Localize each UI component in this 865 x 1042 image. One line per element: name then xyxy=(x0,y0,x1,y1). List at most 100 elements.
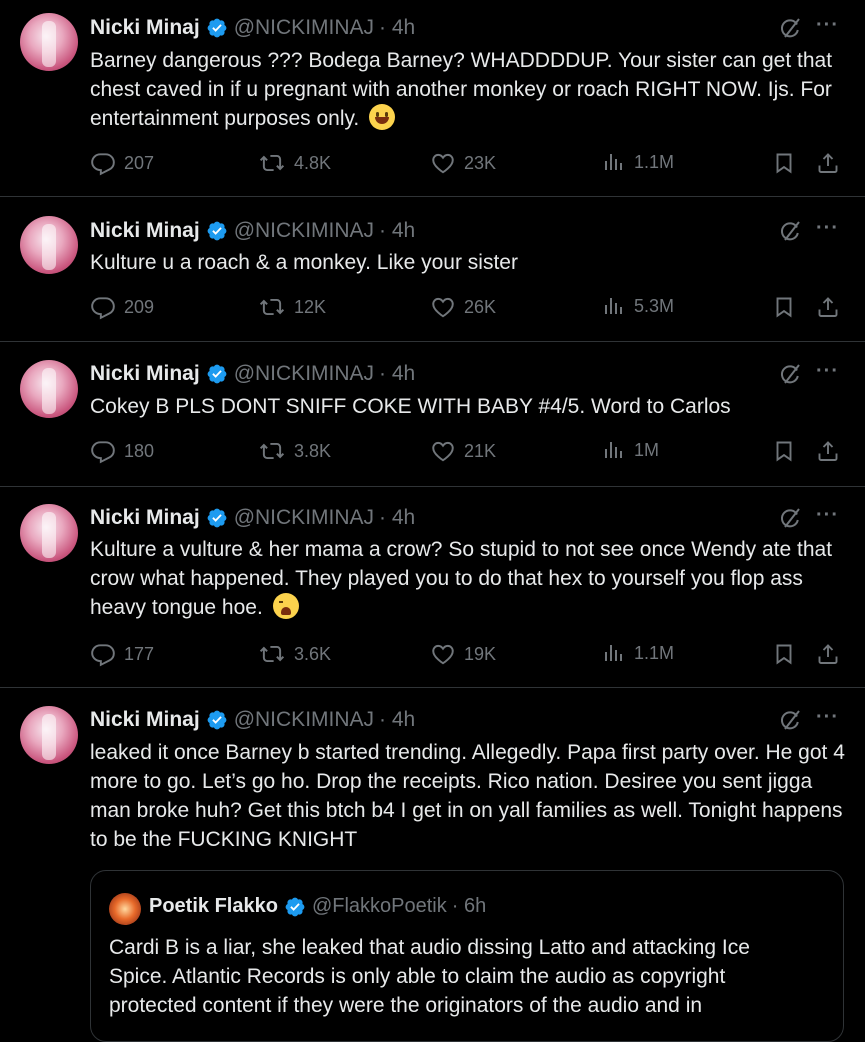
like-count: 19K xyxy=(464,643,497,664)
bookmark-button[interactable] xyxy=(772,641,804,667)
repost-button[interactable]: 12K xyxy=(258,294,326,320)
verified-badge-icon xyxy=(206,709,228,731)
tweet-text-body: Kulture a vulture & her mama a crow? So … xyxy=(90,538,833,619)
reply-button[interactable]: 207 xyxy=(90,150,154,176)
share-button[interactable] xyxy=(816,438,848,464)
grok-icon[interactable] xyxy=(778,16,802,40)
avatar[interactable] xyxy=(20,13,78,71)
share-button[interactable] xyxy=(816,150,848,176)
tweet-time[interactable]: · 4h xyxy=(379,219,415,243)
tweet[interactable]: Nicki Minaj @NICKIMINAJ · 4h ··· Cokey B… xyxy=(0,342,865,487)
views-icon xyxy=(602,641,626,665)
more-icon[interactable]: ··· xyxy=(816,14,839,37)
share-button[interactable] xyxy=(816,641,848,667)
repost-button[interactable]: 3.8K xyxy=(258,438,331,464)
quoted-tweet-header: Poetik Flakko @FlakkoPoetik · 6h xyxy=(149,895,486,918)
tweet-header: Nicki Minaj @NICKIMINAJ · 4h xyxy=(90,705,415,735)
reply-count: 209 xyxy=(124,296,155,317)
views-button[interactable]: 5.3M xyxy=(602,294,674,318)
like-button[interactable]: 26K xyxy=(430,294,496,320)
like-count: 26K xyxy=(464,296,497,317)
tweet-text: Cokey B PLS DONT SNIFF COKE WITH BABY #4… xyxy=(90,395,731,418)
author-name[interactable]: Nicki Minaj xyxy=(90,16,200,40)
tweet[interactable]: Nicki Minaj @NICKIMINAJ · 4h ··· Kulture… xyxy=(0,197,865,342)
reply-button[interactable]: 180 xyxy=(90,438,154,464)
repost-icon xyxy=(258,294,286,320)
repost-count: 3.8K xyxy=(294,440,332,461)
author-handle[interactable]: @NICKIMINAJ xyxy=(234,506,374,530)
views-button[interactable]: 1M xyxy=(602,438,659,462)
weary-emoji-icon xyxy=(272,593,299,619)
author-handle[interactable]: @NICKIMINAJ xyxy=(234,219,374,243)
repost-count: 3.6K xyxy=(294,643,332,664)
author-name[interactable]: Nicki Minaj xyxy=(90,219,200,243)
reply-count: 177 xyxy=(124,643,155,664)
grok-icon[interactable] xyxy=(778,506,802,530)
tweet-text: Kulture a vulture & her mama a crow? So … xyxy=(90,535,850,622)
view-count: 1.1M xyxy=(634,151,675,172)
grok-icon[interactable] xyxy=(778,708,802,732)
avatar[interactable] xyxy=(20,360,78,418)
more-icon[interactable]: ··· xyxy=(816,706,839,729)
tweet-time[interactable]: · 4h xyxy=(379,16,415,40)
action-bar: 177 3.6K 19K 1.1M xyxy=(0,641,865,671)
grok-icon[interactable] xyxy=(778,219,802,243)
bookmark-button[interactable] xyxy=(772,438,804,464)
like-button[interactable]: 19K xyxy=(430,641,496,667)
tweet-header: Nicki Minaj @NICKIMINAJ · 4h xyxy=(90,13,415,43)
reply-button[interactable]: 177 xyxy=(90,641,154,667)
tweet-header: Nicki Minaj @NICKIMINAJ · 4h xyxy=(90,359,415,389)
author-name[interactable]: Nicki Minaj xyxy=(90,362,200,386)
more-icon[interactable]: ··· xyxy=(816,217,839,240)
author-handle[interactable]: @NICKIMINAJ xyxy=(234,362,374,386)
more-icon[interactable]: ··· xyxy=(816,504,839,527)
avatar[interactable] xyxy=(20,504,78,562)
quoted-tweet[interactable]: Poetik Flakko @FlakkoPoetik · 6h Cardi B… xyxy=(90,870,844,1042)
avatar[interactable] xyxy=(20,216,78,274)
bookmark-icon xyxy=(772,150,796,176)
heart-icon xyxy=(430,438,456,464)
tweet[interactable]: Nicki Minaj @NICKIMINAJ · 4h ··· Barney … xyxy=(0,0,865,197)
repost-icon xyxy=(258,438,286,464)
author-name[interactable]: Nicki Minaj xyxy=(90,506,200,530)
views-button[interactable]: 1.1M xyxy=(602,150,674,174)
views-icon xyxy=(602,294,626,318)
view-count: 5.3M xyxy=(634,295,675,316)
author-name[interactable]: Nicki Minaj xyxy=(90,708,200,732)
reply-button[interactable]: 209 xyxy=(90,294,154,320)
action-bar: 207 4.8K 23K 1.1M xyxy=(0,150,865,180)
reply-count: 180 xyxy=(124,440,155,461)
author-handle[interactable]: @NICKIMINAJ xyxy=(234,16,374,40)
author-handle[interactable]: @NICKIMINAJ xyxy=(234,708,374,732)
repost-icon xyxy=(258,641,286,667)
share-icon xyxy=(816,641,840,667)
tweet[interactable]: Nicki Minaj @NICKIMINAJ · 4h ··· Kulture… xyxy=(0,487,865,688)
quoted-avatar[interactable] xyxy=(109,893,141,925)
reply-icon xyxy=(90,438,116,464)
tweet-text-body: Barney dangerous ??? Bodega Barney? WHAD… xyxy=(90,49,833,130)
views-icon xyxy=(602,438,626,462)
grok-icon[interactable] xyxy=(778,362,802,386)
quoted-tweet-time[interactable]: · 6h xyxy=(452,895,486,918)
bookmark-button[interactable] xyxy=(772,150,804,176)
bookmark-icon xyxy=(772,641,796,667)
action-bar: 180 3.8K 21K 1M xyxy=(0,438,865,468)
tweet-time[interactable]: · 4h xyxy=(379,506,415,530)
views-button[interactable]: 1.1M xyxy=(602,641,674,665)
repost-button[interactable]: 4.8K xyxy=(258,150,331,176)
verified-badge-icon xyxy=(206,17,228,39)
action-bar: 209 12K 26K 5.3M xyxy=(0,294,865,324)
quoted-author-handle[interactable]: @FlakkoPoetik xyxy=(312,895,447,918)
tweet-time[interactable]: · 4h xyxy=(379,708,415,732)
tweet-text: Kulture u a roach & a monkey. Like your … xyxy=(90,251,518,274)
tweet-time[interactable]: · 4h xyxy=(379,362,415,386)
views-icon xyxy=(602,150,626,174)
quoted-author-name[interactable]: Poetik Flakko xyxy=(149,895,278,918)
more-icon[interactable]: ··· xyxy=(816,360,839,383)
repost-button[interactable]: 3.6K xyxy=(258,641,331,667)
share-button[interactable] xyxy=(816,294,848,320)
like-button[interactable]: 21K xyxy=(430,438,496,464)
like-button[interactable]: 23K xyxy=(430,150,496,176)
bookmark-button[interactable] xyxy=(772,294,804,320)
avatar[interactable] xyxy=(20,706,78,764)
